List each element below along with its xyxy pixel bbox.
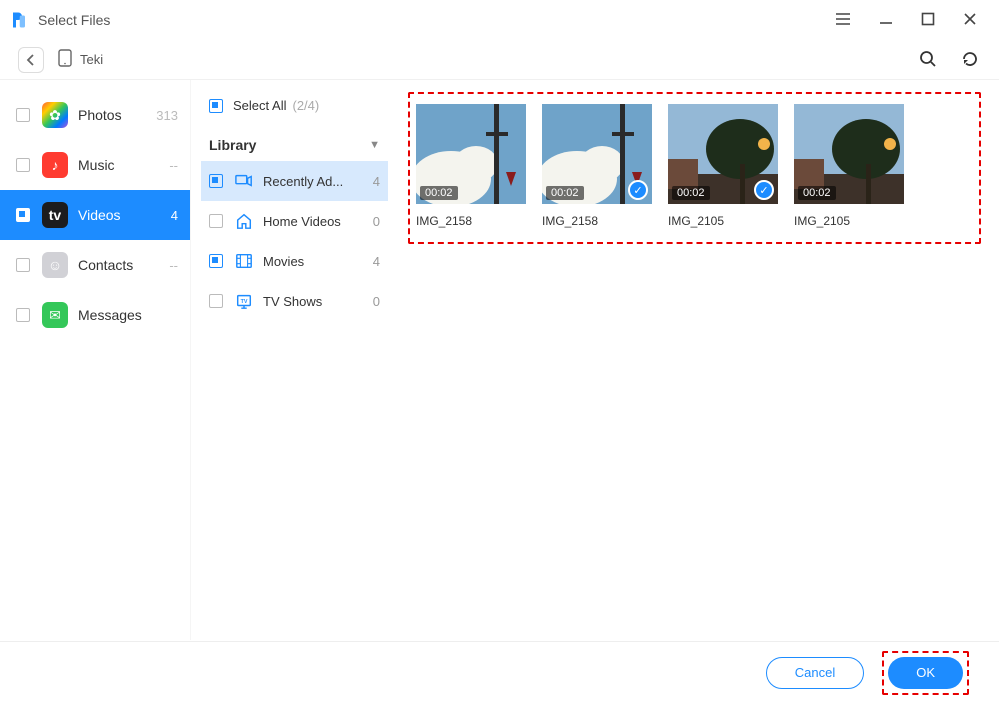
library-label: Library [209,137,256,153]
content-area: 00:02 IMG_2158 00:02 ✓ IMG_2158 00:02 ✓ IMG_210… [390,80,999,640]
ok-button[interactable]: OK [888,657,963,689]
library-item-count: 0 [373,294,380,309]
checkbox[interactable] [16,108,30,122]
sidebar-item-music[interactable]: ♪ Music -- [0,140,190,190]
sidebar-item-messages[interactable]: ✉ Messages [0,290,190,340]
video-grid-highlight: 00:02 IMG_2158 00:02 ✓ IMG_2158 00:02 ✓ IMG_210… [408,92,981,244]
sidebar-item-count: -- [169,258,178,273]
select-all-checkbox[interactable] [209,99,223,113]
cancel-button[interactable]: Cancel [766,657,864,689]
chevron-down-icon: ▼ [369,139,380,151]
library-header[interactable]: Library ▼ [201,137,388,161]
window-title: Select Files [38,12,110,28]
video-duration: 00:02 [672,186,710,200]
phone-icon [58,49,72,70]
video-card[interactable]: 00:02 ✓ IMG_2105 [668,104,778,228]
selected-check-icon: ✓ [628,180,648,200]
library-panel: Select All (2/4) Library ▼ Recently Ad..… [190,80,390,640]
library-item-count: 4 [373,174,380,189]
sidebar-item-photos[interactable]: ✿ Photos 313 [0,90,190,140]
sidebar-item-contacts[interactable]: ☺ Contacts -- [0,240,190,290]
video-card[interactable]: 00:02 IMG_2105 [794,104,904,228]
library-type-icon: TV [235,292,263,310]
refresh-icon[interactable] [961,50,981,70]
library-item[interactable]: Movies4 [201,241,388,281]
photos-icon: ✿ [42,102,68,128]
selected-check-icon: ✓ [754,180,774,200]
select-all-label: Select All [233,98,286,113]
minimize-icon[interactable] [879,12,893,29]
video-name: IMG_2158 [542,214,652,228]
library-item-label: Home Videos [263,214,373,229]
video-thumbnail[interactable]: 00:02 ✓ [668,104,778,204]
contacts-icon: ☺ [42,252,68,278]
app-logo-icon [10,11,28,29]
sidebar: ✿ Photos 313 ♪ Music -- tv Videos 4 ☺ Co… [0,80,190,640]
close-icon[interactable] [963,12,977,29]
video-thumbnail[interactable]: 00:02 ✓ [542,104,652,204]
sidebar-item-label: Videos [78,207,171,223]
checkbox[interactable] [16,208,30,222]
videos-icon: tv [42,202,68,228]
window-controls [835,12,989,29]
library-list: Recently Ad...4Home Videos0Movies4TVTV S… [201,161,388,321]
checkbox[interactable] [16,258,30,272]
video-name: IMG_2105 [794,214,904,228]
library-item-label: Recently Ad... [263,174,373,189]
music-icon: ♪ [42,152,68,178]
titlebar: Select Files [0,0,999,40]
checkbox[interactable] [16,308,30,322]
library-type-icon [235,172,263,190]
library-item-label: TV Shows [263,294,373,309]
library-item[interactable]: Recently Ad...4 [201,161,388,201]
checkbox[interactable] [209,294,223,308]
video-duration: 00:02 [420,186,458,200]
checkbox[interactable] [209,214,223,228]
toolbar: Teki [0,40,999,80]
sidebar-item-count: 313 [156,108,178,123]
checkbox[interactable] [16,158,30,172]
video-duration: 00:02 [798,186,836,200]
main-area: ✿ Photos 313 ♪ Music -- tv Videos 4 ☺ Co… [0,80,999,640]
library-item[interactable]: Home Videos0 [201,201,388,241]
checkbox[interactable] [209,174,223,188]
library-type-icon [235,212,263,230]
svg-text:TV: TV [241,299,248,305]
ok-button-highlight: OK [882,651,969,695]
sidebar-item-label: Contacts [78,257,169,273]
sidebar-item-label: Photos [78,107,156,123]
select-all-row[interactable]: Select All (2/4) [201,94,388,117]
sidebar-item-count: 4 [171,208,178,223]
footer: Cancel OK [0,641,999,703]
video-thumbnail[interactable]: 00:02 [416,104,526,204]
library-item-count: 4 [373,254,380,269]
video-thumbnail[interactable]: 00:02 [794,104,904,204]
video-duration: 00:02 [546,186,584,200]
titlebar-left: Select Files [10,11,110,29]
checkbox[interactable] [209,254,223,268]
device-name: Teki [80,52,103,67]
library-item[interactable]: TV TV Shows0 [201,281,388,321]
library-item-label: Movies [263,254,373,269]
video-name: IMG_2105 [668,214,778,228]
sidebar-item-count: -- [169,158,178,173]
messages-icon: ✉ [42,302,68,328]
video-card[interactable]: 00:02 IMG_2158 [416,104,526,228]
maximize-icon[interactable] [921,12,935,29]
video-card[interactable]: 00:02 ✓ IMG_2158 [542,104,652,228]
menu-icon[interactable] [835,12,851,29]
search-icon[interactable] [919,50,939,70]
library-item-count: 0 [373,214,380,229]
sidebar-item-label: Messages [78,307,178,323]
back-button[interactable] [18,47,44,73]
library-type-icon [235,252,263,270]
select-all-count: (2/4) [292,98,319,113]
video-name: IMG_2158 [416,214,526,228]
sidebar-item-label: Music [78,157,169,173]
sidebar-item-videos[interactable]: tv Videos 4 [0,190,190,240]
